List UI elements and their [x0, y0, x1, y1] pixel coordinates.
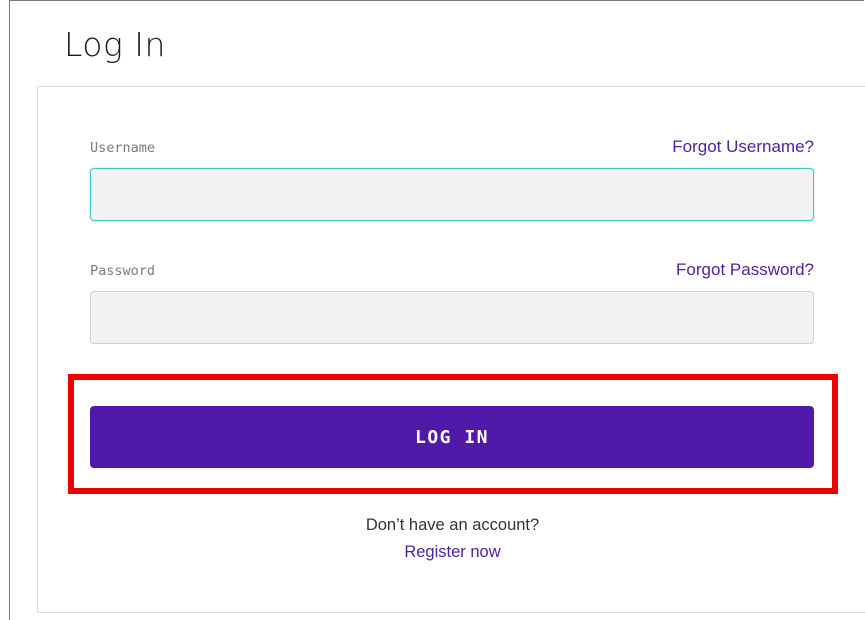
forgot-password-link[interactable]: Forgot Password? [676, 259, 814, 281]
login-button[interactable]: LOG IN [90, 406, 814, 468]
register-link[interactable]: Register now [0, 541, 865, 563]
username-field[interactable] [90, 168, 814, 221]
no-account-text: Don’t have an account? [365, 516, 540, 534]
page-title: Log In [64, 25, 166, 64]
username-label: Username [90, 140, 156, 156]
forgot-username-link[interactable]: Forgot Username? [672, 136, 814, 158]
password-label: Password [90, 263, 156, 279]
password-field[interactable] [90, 291, 814, 344]
